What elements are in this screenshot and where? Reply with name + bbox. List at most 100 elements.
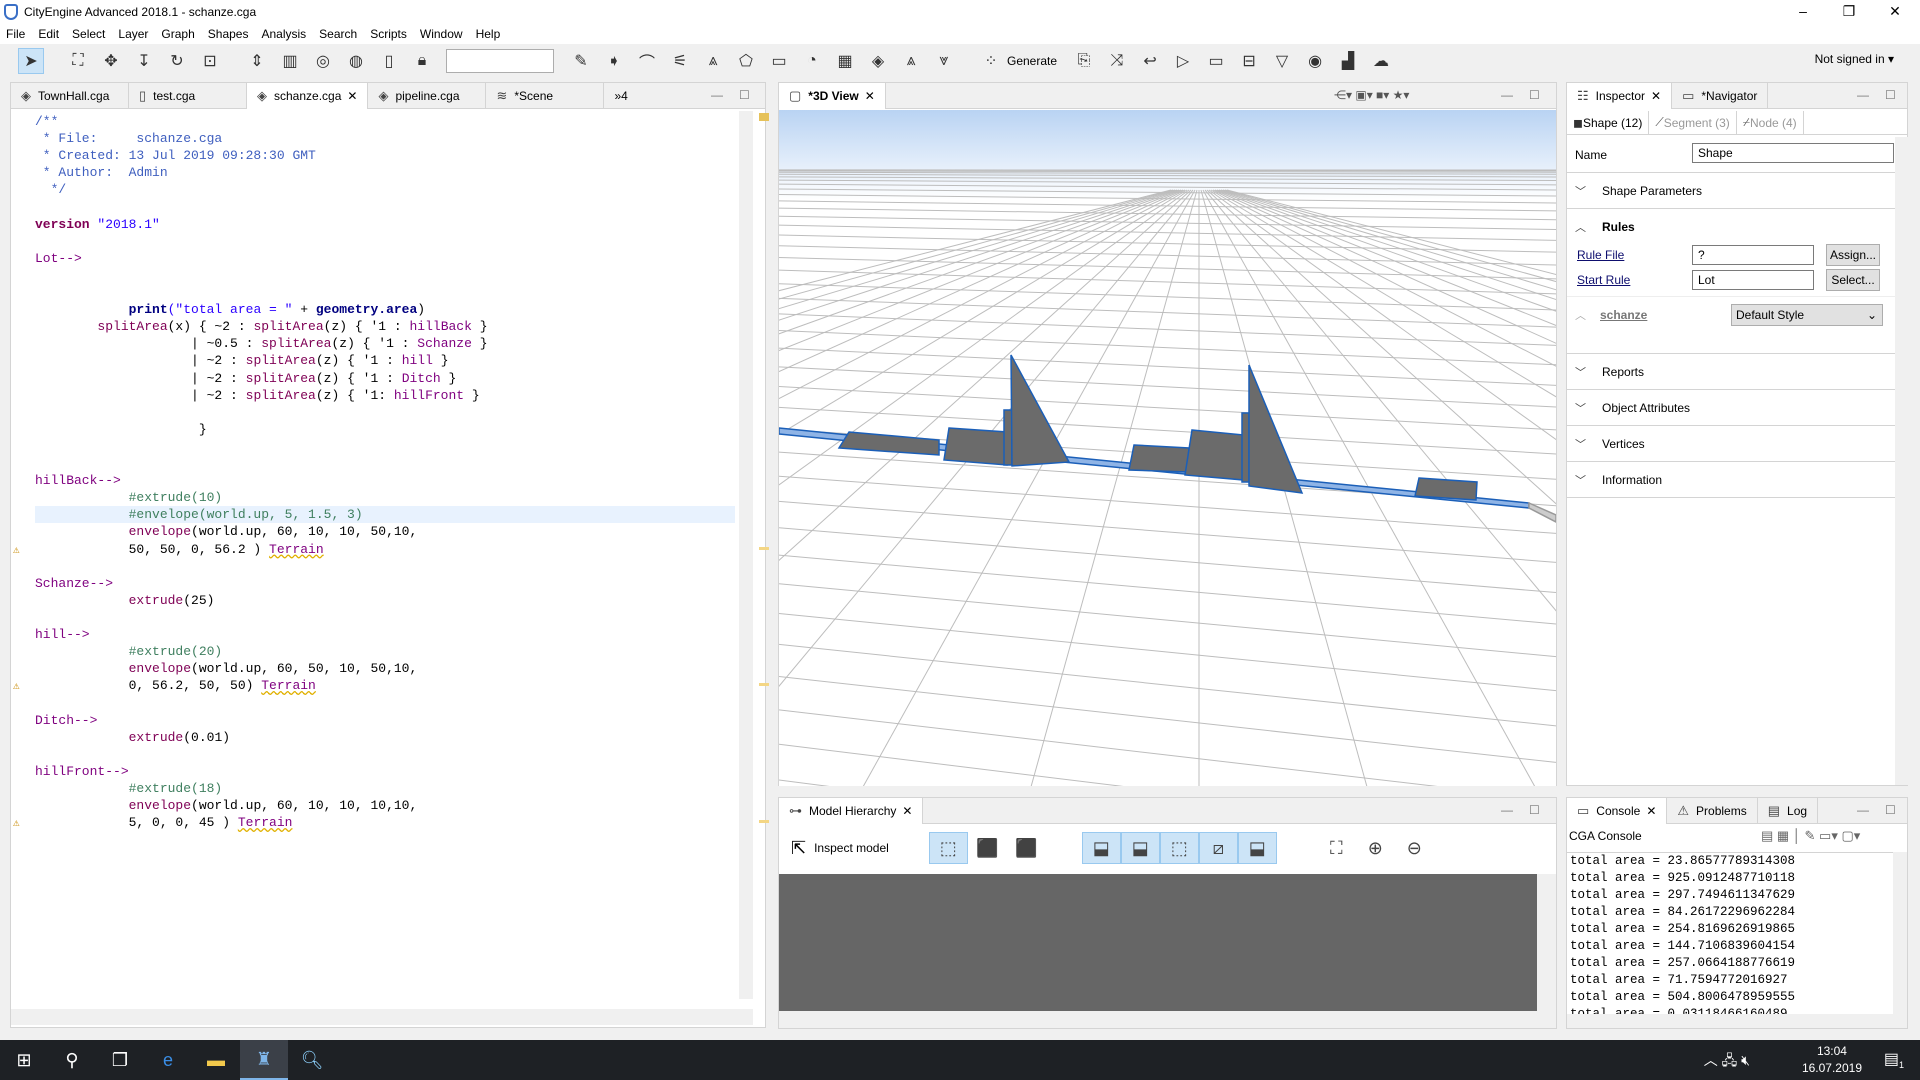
menu-scripts[interactable]: Scripts xyxy=(370,27,407,41)
cityengine-taskbar-icon[interactable]: ♜ xyxy=(240,1040,288,1080)
menu-help[interactable]: Help xyxy=(476,27,501,41)
maximize-panel-icon[interactable]: ☐ xyxy=(1885,803,1896,817)
minimize-panel-icon[interactable]: — xyxy=(1857,803,1869,817)
warning-marker[interactable] xyxy=(759,546,769,550)
mirror-icon[interactable]: ◎ xyxy=(310,48,336,74)
terrain-street-icon[interactable]: ⩓ xyxy=(700,48,726,74)
minimize-panel-icon[interactable]: — xyxy=(1501,803,1513,817)
editor-vertical-scrollbar[interactable] xyxy=(739,111,753,999)
edge-browser-icon[interactable]: e xyxy=(144,1040,192,1080)
inspect-model-icon[interactable]: ⇱ xyxy=(791,838,806,859)
tab-navigator[interactable]: ▭ *Navigator xyxy=(1672,83,1769,109)
tab-model-hierarchy[interactable]: ⊶ Model Hierarchy ✕ xyxy=(779,798,924,824)
tab-3d-view[interactable]: ▢ *3D View ✕ xyxy=(779,83,886,109)
minimize-panel-icon[interactable]: — xyxy=(711,88,723,102)
tab-problems[interactable]: ⚠ Problems xyxy=(1667,798,1758,824)
minimize-panel-icon[interactable]: — xyxy=(1501,88,1513,102)
view-cone-icon[interactable]: ▽ xyxy=(1269,48,1295,74)
menu-select[interactable]: Select xyxy=(72,27,105,41)
down-shapes-icon[interactable]: ⬓ xyxy=(1120,832,1160,864)
cursor-icon[interactable]: ▷ xyxy=(1170,48,1196,74)
circle-shape-icon[interactable]: ◔ xyxy=(799,48,825,74)
overview-marker[interactable] xyxy=(759,113,769,121)
leaf-shapes-icon[interactable]: ⬓ xyxy=(1081,832,1121,864)
magnifier-taskbar-icon[interactable]: 🔍︎ xyxy=(288,1040,336,1080)
minimize-button[interactable]: – xyxy=(1780,0,1826,24)
pencil-street-icon[interactable]: ✎ xyxy=(568,48,594,74)
snap-icon[interactable]: ▯ xyxy=(376,48,402,74)
measure-icon[interactable]: ⊟ xyxy=(1236,48,1262,74)
tab-overflow[interactable]: »4 xyxy=(604,83,637,109)
notifications-icon[interactable]: ▤1 xyxy=(1884,1049,1904,1070)
windows-start-icon[interactable]: ⊞ xyxy=(0,1040,48,1080)
editor-horizontal-scrollbar[interactable] xyxy=(11,1009,753,1025)
maximize-panel-icon[interactable]: ☐ xyxy=(1529,803,1540,817)
texture-icon[interactable]: ▦ xyxy=(832,48,858,74)
solid-box-icon[interactable]: ⬛ xyxy=(1007,832,1046,864)
end-block[interactable] xyxy=(1414,477,1478,501)
select-arrow-icon[interactable]: ➤ xyxy=(18,48,44,74)
code-area[interactable]: /** * File: schanze.cga * Created: 13 Ju… xyxy=(11,111,737,999)
inspector-scrollbar[interactable] xyxy=(1895,137,1908,785)
style-dropdown[interactable]: Default Style ⌄ xyxy=(1731,304,1883,326)
search-icon[interactable]: ⚲ xyxy=(48,1040,96,1080)
weather-icon[interactable]: ☁ xyxy=(1368,48,1394,74)
chevron-up-icon[interactable]: ︿ xyxy=(1575,307,1589,323)
clock[interactable]: 13:04 16.07.2019 xyxy=(1802,1043,1862,1077)
rule-name-link[interactable]: schanze xyxy=(1600,308,1647,322)
tab-schanze-cga[interactable]: ◈ schanze.cga ✕ xyxy=(247,83,369,109)
rule-file-link[interactable]: Rule File xyxy=(1577,248,1624,262)
plane-shapes-icon[interactable]: ⧄ xyxy=(1198,832,1238,864)
close-tab-icon[interactable]: ✕ xyxy=(347,89,357,103)
ruler-icon[interactable]: ▭ xyxy=(1203,48,1229,74)
polygon-shape-icon[interactable]: ⬠ xyxy=(733,48,759,74)
console-vertical-scrollbar[interactable] xyxy=(1893,852,1907,1014)
section-rules[interactable]: ︿ Rules xyxy=(1567,209,1895,245)
tab-log[interactable]: ▤ Log xyxy=(1758,798,1819,824)
menu-file[interactable]: File xyxy=(6,27,25,41)
maximize-panel-icon[interactable]: ☐ xyxy=(1529,88,1540,102)
close-tab-icon[interactable]: ✕ xyxy=(1651,89,1661,103)
mh-vertical-scrollbar[interactable] xyxy=(1537,874,1556,1011)
section-information[interactable]: ﹀ Information xyxy=(1567,462,1895,498)
curve-street-icon[interactable]: ⌒ xyxy=(634,48,660,74)
down-arrow-shapes-icon[interactable]: ⬓ xyxy=(1237,832,1277,864)
tab-townhall-cga[interactable]: ◈ TownHall.cga xyxy=(11,83,129,109)
undo-redo-icon[interactable]: ↩ xyxy=(1137,48,1163,74)
tab-inspector[interactable]: ☷ Inspector ✕ xyxy=(1567,83,1673,109)
brush-street-icon[interactable]: ⚟ xyxy=(667,48,693,74)
wireframe-box-icon[interactable]: ⬚ xyxy=(928,832,968,864)
console-horizontal-scrollbar[interactable] xyxy=(1567,1014,1907,1028)
rule-file-input[interactable]: ? xyxy=(1692,245,1814,265)
section-shape-parameters[interactable]: ﹀ Shape Parameters xyxy=(1567,173,1895,209)
name-input[interactable]: Shape xyxy=(1692,143,1894,163)
frame-icon[interactable]: ⛶ xyxy=(65,48,91,74)
tab--scene[interactable]: ≋ *Scene xyxy=(486,83,605,109)
toolbar-search-input[interactable] xyxy=(446,49,554,73)
tab-test-cga[interactable]: ▯ test.cga xyxy=(129,83,247,109)
subtab-shape[interactable]: ◼ Shape (12) xyxy=(1567,111,1650,134)
warning-marker[interactable] xyxy=(759,683,769,687)
mh-horizontal-scrollbar[interactable] xyxy=(779,1011,1556,1028)
generate-button[interactable]: Generate xyxy=(1007,54,1057,68)
shaded-box-icon[interactable]: ⬛ xyxy=(968,832,1007,864)
close-button[interactable]: ✕ xyxy=(1872,0,1918,24)
hillfront-tower[interactable] xyxy=(1241,412,1250,483)
align-icon[interactable]: ▥ xyxy=(277,48,303,74)
terrain-align-icon[interactable]: ◍ xyxy=(343,48,369,74)
view-options-icons[interactable]: ⋲▾ ▣▾ ■▾ ★▾ xyxy=(1334,88,1409,102)
subdivide-icon[interactable]: ◈ xyxy=(865,48,891,74)
console-output[interactable]: total area = 23.86577789314308 total area… xyxy=(1567,852,1893,1014)
console-toolbar-icons[interactable]: ▤ ▦ │ ✎ ▭▾ ▢▾ xyxy=(1761,828,1860,844)
maximize-panel-icon[interactable]: ☐ xyxy=(1885,88,1896,102)
close-tab-icon[interactable]: ✕ xyxy=(902,804,912,818)
schanze-block[interactable] xyxy=(943,427,1008,466)
shuffle-icon[interactable]: ⤨ xyxy=(1104,48,1130,74)
menu-analysis[interactable]: Analysis xyxy=(261,27,306,41)
warning-icon[interactable]: ⚠ xyxy=(13,679,25,693)
tab-console[interactable]: ▭ Console ✕ xyxy=(1567,798,1668,824)
menu-search[interactable]: Search xyxy=(319,27,357,41)
sign-in-button[interactable]: Not signed in ▾ xyxy=(1815,52,1894,66)
subtab-segment[interactable]: ⟋ Segment (3) xyxy=(1649,111,1737,134)
restore-button[interactable]: ❐ xyxy=(1826,0,1872,24)
